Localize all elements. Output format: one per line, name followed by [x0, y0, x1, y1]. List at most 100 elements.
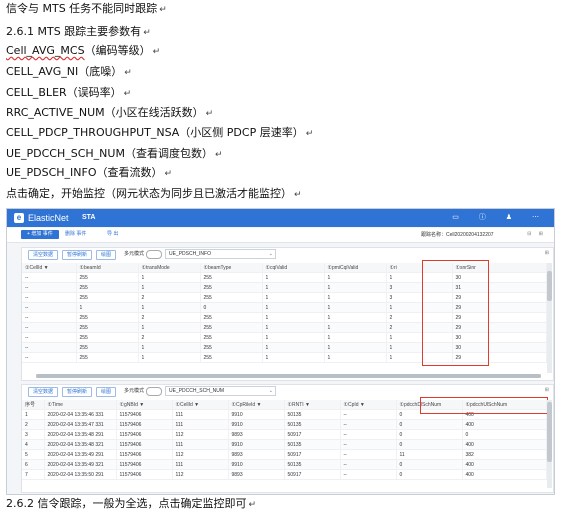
table-cell: 1: [324, 282, 387, 293]
column-header[interactable]: ①ri: [386, 263, 453, 273]
table-cell: 11579406: [116, 459, 173, 470]
clear-data-button[interactable]: 清空数据: [28, 387, 59, 397]
column-header[interactable]: ①beamType: [200, 263, 263, 273]
table-cell: 2020-02-04 13:35:48 291: [44, 429, 117, 440]
table-cell: --: [340, 469, 397, 480]
table-cell: 255: [76, 312, 139, 323]
table-row[interactable]: 6 2020-02-04 13:35:49 321 11579406 111 9910 5…: [22, 459, 547, 470]
chart-button[interactable]: 绘图: [96, 250, 117, 260]
table-row[interactable]: -- 255 1 255 1 1 1 30: [22, 342, 547, 353]
table-cell: 255: [76, 272, 139, 283]
table-cell: 2020-02-04 13:35:47 331: [44, 419, 117, 430]
panel-settings-icon[interactable]: ⊞: [545, 250, 549, 256]
multi-mode-toggle[interactable]: [146, 387, 162, 396]
table-cell: 0: [396, 439, 463, 450]
table-cell: 255: [76, 282, 139, 293]
table-cell: 4: [22, 439, 45, 450]
message-type-select[interactable]: UE_PDCCH_SCH_NUM ⌄: [165, 386, 276, 396]
export-button[interactable]: 导 出: [107, 230, 118, 239]
table-row[interactable]: -- 255 1 255 1 1 1 30: [22, 272, 547, 283]
table-cell: 30: [452, 332, 547, 343]
pause-refresh-button[interactable]: 暂停刷新: [62, 250, 93, 260]
column-header[interactable]: ①CellId ▼: [22, 263, 77, 273]
pause-refresh-button[interactable]: 暂停刷新: [62, 387, 93, 397]
column-header[interactable]: ①pdcchUlSchNum: [462, 400, 547, 410]
multi-mode-toggle[interactable]: [146, 250, 162, 259]
column-header[interactable]: ①pdcchDlSchNum: [396, 400, 463, 410]
panel-settings-icon[interactable]: ⊞: [545, 387, 549, 393]
doc-line-8: UE_PDCCH_SCH_NUM（查看调度包数） ↵: [6, 147, 223, 160]
embedded-screenshot: e ElasticNet STA ▭ ⓘ ♟ ⋯ + 增加 事件 删除 事件 导…: [6, 208, 555, 495]
column-header[interactable]: ①RNTI ▼: [284, 400, 341, 410]
table-row[interactable]: -- 255 1 255 1 1 1 29: [22, 352, 547, 363]
column-header[interactable]: ①cqiValid: [262, 263, 325, 273]
bottom-vertical-scrollbar[interactable]: [547, 400, 552, 488]
column-header[interactable]: ①CellId ▼: [172, 400, 229, 410]
table-row[interactable]: -- 255 2 255 1 1 1 30: [22, 332, 547, 343]
table-cell: 1: [138, 282, 201, 293]
table-cell: 1: [262, 342, 325, 353]
column-header[interactable]: ①beamId: [76, 263, 139, 273]
table-row[interactable]: -- 1 1 0 1 1 1 29: [22, 302, 547, 313]
table-cell: 1: [262, 272, 325, 283]
table-cell: 9893: [228, 429, 285, 440]
table-row[interactable]: 4 2020-02-04 13:35:48 321 11579406 111 9910 5…: [22, 439, 547, 450]
column-header[interactable]: ①CpRileId ▼: [228, 400, 285, 410]
column-header[interactable]: 序号: [22, 400, 45, 410]
table-cell: 255: [76, 342, 139, 353]
top-horizontal-scrollbar[interactable]: [36, 374, 541, 378]
chart-button[interactable]: 绘图: [96, 387, 117, 397]
column-header[interactable]: ①transMode: [138, 263, 201, 273]
table-cell: 50917: [284, 449, 341, 460]
table-cell: 1: [324, 342, 387, 353]
table-row[interactable]: -- 255 2 255 1 1 3 29: [22, 292, 547, 303]
bottom-vertical-scroll-thumb[interactable]: [547, 402, 552, 462]
table-cell: 9910: [228, 419, 285, 430]
top-vertical-scrollbar[interactable]: [547, 263, 552, 373]
table-cell: 255: [200, 292, 263, 303]
table-cell: 50135: [284, 439, 341, 450]
table-cell: 1: [138, 352, 201, 363]
table-cell: 30: [452, 272, 547, 283]
table-cell: --: [340, 419, 397, 430]
table-cell: 255: [76, 292, 139, 303]
table-cell: 1: [324, 332, 387, 343]
table-cell: 9893: [228, 449, 285, 460]
table-cell: 112: [172, 469, 229, 480]
column-header[interactable]: ①snrSinr: [452, 263, 547, 273]
table-row[interactable]: 2 2020-02-04 13:35:47 331 11579406 111 9910 5…: [22, 419, 547, 430]
table-row[interactable]: -- 255 1 255 1 1 2 29: [22, 322, 547, 333]
add-task-button[interactable]: + 增加 事件: [21, 230, 59, 239]
toolbar-view-icons[interactable]: ⊟ ⊞: [527, 231, 546, 237]
table-row[interactable]: 7 2020-02-04 13:35:50 291 11579406 112 9893 5…: [22, 469, 547, 480]
table-cell: 9910: [228, 409, 285, 420]
table-row[interactable]: -- 255 1 255 1 1 3 31: [22, 282, 547, 293]
doc-line-9: UE_PDSCH_INFO（查看流数） ↵: [6, 166, 173, 179]
chevron-down-icon: ⌄: [268, 388, 273, 394]
column-header[interactable]: ①CpId ▼: [340, 400, 397, 410]
clear-data-button[interactable]: 清空数据: [28, 250, 59, 260]
top-vertical-scroll-thumb[interactable]: [547, 271, 552, 301]
message-type-select[interactable]: UE_PDSCH_INFO ⌄: [165, 249, 276, 259]
column-header[interactable]: ①gNBId ▼: [116, 400, 173, 410]
top-horizontal-scroll-thumb[interactable]: [36, 374, 541, 378]
column-header[interactable]: ①pmiCqiValid: [324, 263, 387, 273]
table-cell: --: [340, 409, 397, 420]
table-row[interactable]: 3 2020-02-04 13:35:48 291 11579406 112 9893 5…: [22, 429, 547, 440]
chevron-down-icon: ⌄: [268, 251, 273, 257]
table-cell: 1: [324, 292, 387, 303]
column-header[interactable]: ①Time: [44, 400, 117, 410]
header-icons[interactable]: ▭ ⓘ ♟ ⋯: [452, 213, 548, 223]
table-cell: 29: [452, 352, 547, 363]
table-row[interactable]: 1 2020-02-04 13:35:46 331 11579406 111 9910 5…: [22, 409, 547, 420]
table-row[interactable]: -- 255 2 255 1 1 2 29: [22, 312, 547, 323]
table-cell: 29: [452, 302, 547, 313]
doc-line-6: RRC_ACTIVE_NUM（小区在线活跃数） ↵: [6, 106, 214, 119]
app-brand: ElasticNet: [28, 213, 69, 223]
table-row[interactable]: 5 2020-02-04 13:35:49 291 11579406 112 9893 5…: [22, 449, 547, 460]
pdsch-info-panel: 清空数据 暂停刷新 绘图 多元模式 UE_PDSCH_INFO ⌄ ⊞ ①Cell…: [21, 247, 554, 381]
table-cell: 29: [452, 292, 547, 303]
table-cell: 1: [324, 322, 387, 333]
delete-task-button[interactable]: 删除 事件: [65, 230, 86, 239]
table-cell: 11579406: [116, 429, 173, 440]
